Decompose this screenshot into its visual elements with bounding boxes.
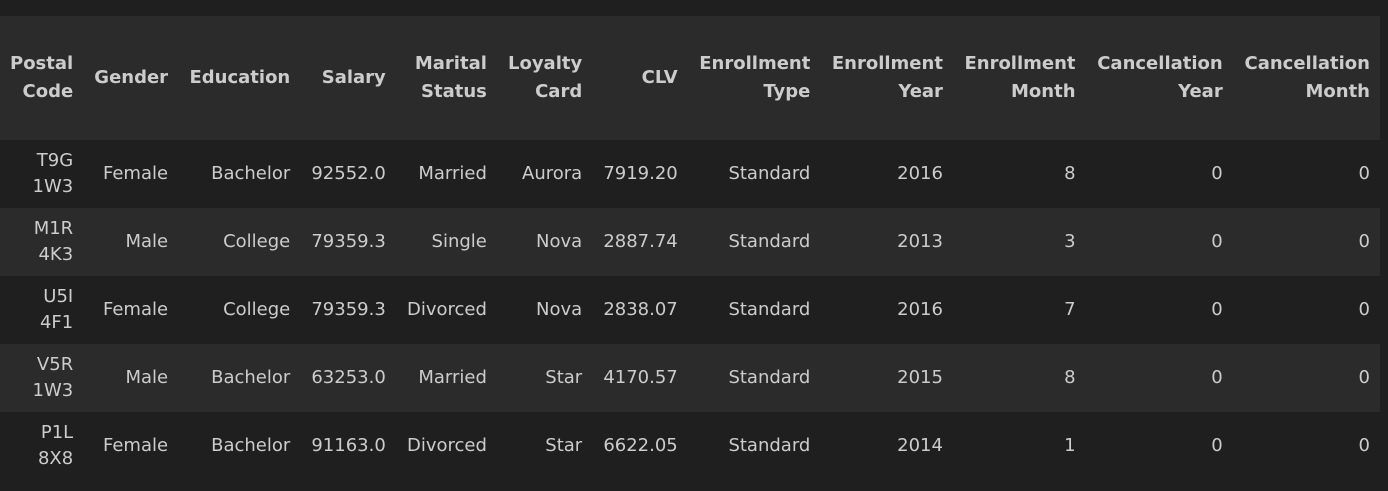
cell-enrollment-month: 3 xyxy=(1064,231,1076,252)
cell-education: Bachelor xyxy=(211,163,291,184)
header-enrollment-month: Enrollment Month xyxy=(964,53,1076,102)
header-clv: CLV xyxy=(641,67,678,88)
cell-clv: 2887.74 xyxy=(603,231,678,252)
header-education: Education xyxy=(189,67,291,88)
cell-cancellation-year: 0 xyxy=(1211,299,1223,320)
table-body: T9G 1W3 Female Bachelor 92552.0 Married … xyxy=(0,140,1380,480)
cell-enrollment-month: 1 xyxy=(1064,435,1076,456)
cell-cancellation-month: 0 xyxy=(1358,231,1370,252)
cell-postal-code: T9G 1W3 xyxy=(32,150,74,197)
cell-enrollment-type: Standard xyxy=(728,231,811,252)
cell-enrollment-year: 2016 xyxy=(897,163,943,184)
header-salary: Salary xyxy=(321,67,386,88)
cell-cancellation-month: 0 xyxy=(1358,367,1370,388)
cell-gender: Male xyxy=(125,367,169,388)
cell-loyalty-card: Nova xyxy=(536,231,583,252)
cell-marital-status: Married xyxy=(418,367,487,388)
cell-enrollment-month: 8 xyxy=(1064,367,1076,388)
cell-postal-code: V5R 1W3 xyxy=(32,354,74,401)
header-loyalty-card: Loyalty Card xyxy=(507,53,583,102)
cell-postal-code: P1L 8X8 xyxy=(37,422,74,469)
cell-enrollment-year: 2013 xyxy=(897,231,943,252)
cell-postal-code: M1R 4K3 xyxy=(33,218,74,265)
cell-clv: 2838.07 xyxy=(603,299,678,320)
cell-enrollment-year: 2016 xyxy=(897,299,943,320)
cell-enrollment-month: 8 xyxy=(1064,163,1076,184)
cell-enrollment-month: 7 xyxy=(1064,299,1076,320)
cell-clv: 7919.20 xyxy=(603,163,678,184)
cell-enrollment-year: 2014 xyxy=(897,435,943,456)
cell-cancellation-year: 0 xyxy=(1211,163,1223,184)
cell-cancellation-year: 0 xyxy=(1211,435,1223,456)
header-postal-code: Postal Code xyxy=(10,53,74,102)
cell-salary: 79359.3 xyxy=(311,231,386,252)
cell-marital-status: Single xyxy=(431,231,487,252)
cell-enrollment-year: 2015 xyxy=(897,367,943,388)
header-gender: Gender xyxy=(94,67,169,88)
cell-clv: 6622.05 xyxy=(603,435,678,456)
table-row: V5R 1W3 Male Bachelor 63253.0 Married St… xyxy=(0,344,1380,412)
table-row: T9G 1W3 Female Bachelor 92552.0 Married … xyxy=(0,140,1380,208)
cell-education: Bachelor xyxy=(211,367,291,388)
cell-postal-code: U5I 4F1 xyxy=(39,286,74,333)
cell-clv: 4170.57 xyxy=(603,367,678,388)
dataframe-table: Postal Code Gender Education Salary Mari… xyxy=(0,16,1380,480)
cell-marital-status: Divorced xyxy=(406,299,487,320)
cell-education: College xyxy=(223,231,291,252)
cell-education: College xyxy=(223,299,291,320)
table-row: P1L 8X8 Female Bachelor 91163.0 Divorced… xyxy=(0,412,1380,480)
header-enrollment-year: Enrollment Year xyxy=(831,53,943,102)
cell-loyalty-card: Aurora xyxy=(522,163,583,184)
cell-salary: 79359.3 xyxy=(311,299,386,320)
table-row: M1R 4K3 Male College 79359.3 Single Nova… xyxy=(0,208,1380,276)
cell-loyalty-card: Nova xyxy=(536,299,583,320)
cell-salary: 91163.0 xyxy=(311,435,386,456)
cell-cancellation-year: 0 xyxy=(1211,231,1223,252)
cell-enrollment-type: Standard xyxy=(728,435,811,456)
cell-gender: Female xyxy=(102,163,169,184)
cell-cancellation-month: 0 xyxy=(1358,163,1370,184)
cell-salary: 63253.0 xyxy=(311,367,386,388)
cell-cancellation-year: 0 xyxy=(1211,367,1223,388)
cell-loyalty-card: Star xyxy=(545,367,583,388)
header-cancellation-year: Cancellation Year xyxy=(1097,53,1223,102)
header-cancellation-month: Cancellation Month xyxy=(1244,53,1371,102)
cell-loyalty-card: Star xyxy=(545,435,583,456)
cell-cancellation-month: 0 xyxy=(1358,435,1370,456)
cell-gender: Male xyxy=(125,231,169,252)
header-enrollment-type: Enrollment Type xyxy=(699,53,811,102)
cell-cancellation-month: 0 xyxy=(1358,299,1370,320)
cell-salary: 92552.0 xyxy=(311,163,386,184)
cell-enrollment-type: Standard xyxy=(728,367,811,388)
cell-enrollment-type: Standard xyxy=(728,163,811,184)
cell-marital-status: Divorced xyxy=(406,435,487,456)
cell-enrollment-type: Standard xyxy=(728,299,811,320)
table-row: U5I 4F1 Female College 79359.3 Divorced … xyxy=(0,276,1380,344)
cell-marital-status: Married xyxy=(418,163,487,184)
notebook-output-area: Postal Code Gender Education Salary Mari… xyxy=(0,0,1388,491)
cell-gender: Female xyxy=(102,299,169,320)
header-row: Postal Code Gender Education Salary Mari… xyxy=(0,16,1380,140)
table-header: Postal Code Gender Education Salary Mari… xyxy=(0,16,1380,140)
cell-gender: Female xyxy=(102,435,169,456)
cell-education: Bachelor xyxy=(211,435,291,456)
header-marital-status: Marital Status xyxy=(414,53,487,102)
